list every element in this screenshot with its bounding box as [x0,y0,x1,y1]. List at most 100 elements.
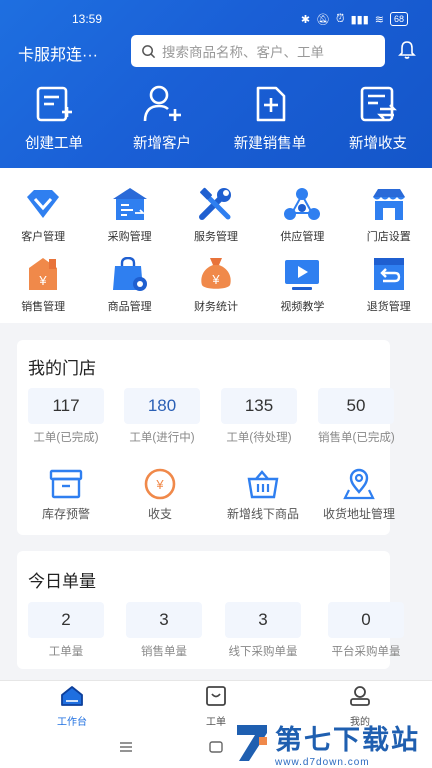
customer-management-icon [0,186,86,222]
bell-icon[interactable] [398,40,416,65]
stat-value: 117 [28,388,104,424]
stat-label: 工单量 [48,646,84,658]
finance-stats-icon: ¥ [173,256,259,292]
quick-add-income-expense[interactable]: 新增收支 [324,84,432,153]
grid-product-management[interactable]: 商品管理 [86,256,172,314]
grid-returns-management[interactable]: 退货管理 [346,256,432,314]
stat-label: 销售单(已完成) [318,432,395,444]
status-icons: ✱ 🔕︎ ⏰︎ ▮▮▮ ≋ 68 [301,12,408,26]
grid-purchase-management[interactable]: 采购管理 [86,186,172,244]
today-card: 今日单量 2 工单量 3 销售单量 3 线下采购单量 0 平台采购单量 [17,551,404,669]
quick-actions: 创建工单 新增客户 新建销售单 新增收支 [0,84,432,153]
function-grid-row-2: ¥ 销售管理 商品管理 ¥ 财务统计 视频教学 退货管理 [0,256,432,314]
stat-label: 工单(进行中) [129,432,195,444]
svg-text:¥: ¥ [211,272,220,287]
stat-value: 50 [318,388,394,424]
create-order-icon [0,84,108,124]
home-icon[interactable] [209,740,223,758]
sales-management-icon: ¥ [0,256,86,292]
grid-video-tutorial[interactable]: 视频教学 [259,256,345,314]
grid-supply-management[interactable]: 供应管理 [259,186,345,244]
store-name[interactable]: 卡服邦连··· [18,41,98,65]
quick-add-income-expense-label: 新增收支 [349,136,407,152]
site-watermark: 第七下载站 www.d7down.com [233,718,420,768]
stat-value: 135 [221,388,297,424]
watermark-logo-icon [237,725,267,761]
alarm-icon: ⏰︎ [336,12,345,25]
address-management-icon [310,468,408,500]
stat-sales-completed[interactable]: 50 销售单(已完成) [318,388,395,445]
workbench-icon [61,686,83,706]
stat-value: 2 [28,602,104,638]
quick-add-customer[interactable]: 新增客户 [108,84,216,153]
video-tutorial-icon [259,256,345,292]
store-settings-icon [346,186,432,222]
nav-workbench[interactable]: 工作台 [0,681,144,728]
stat-orders-in-progress[interactable]: 180 工单(进行中) [124,388,200,445]
my-store-title: 我的门店 [28,359,96,378]
tool-income-expense-label: 收支 [147,507,172,521]
watermark-title: 第七下载站 [275,725,420,755]
stat-label: 工单(已完成) [33,432,99,444]
search-input[interactable]: 搜索商品名称、客户、工单 [131,35,385,67]
profile-icon [350,686,370,706]
stat-label: 销售单量 [141,646,187,658]
service-management-icon [173,186,259,222]
quick-new-sales-order[interactable]: 新建销售单 [216,84,324,153]
svg-text:¥: ¥ [155,477,164,492]
tool-inventory-alert[interactable]: 库存预警 [17,468,115,522]
grid-service-management-label: 服务管理 [193,231,238,243]
grid-product-management-label: 商品管理 [107,301,152,313]
function-grid-row-1: 客户管理 采购管理 服务管理 供应管理 门店设置 [0,186,432,244]
grid-supply-management-label: 供应管理 [280,231,325,243]
grid-customer-management-label: 客户管理 [21,231,66,243]
grid-store-settings[interactable]: 门店设置 [346,186,432,244]
mute-icon: 🔕︎ [316,13,330,26]
stat-value: 0 [328,602,404,638]
stat-orders-completed[interactable]: 117 工单(已完成) [28,388,104,445]
stat-today-offline-purchase[interactable]: 3 线下采购单量 [225,602,301,659]
grid-purchase-management-label: 采购管理 [107,231,152,243]
inventory-alert-icon [17,468,115,500]
add-offline-product-icon [214,468,312,500]
quick-add-customer-label: 新增客户 [133,136,191,152]
supply-management-icon [259,186,345,222]
tool-inventory-alert-label: 库存预警 [41,507,90,521]
signal-icon: ▮▮▮ [350,13,369,26]
bluetooth-icon: ✱ [300,13,311,26]
menu-icon[interactable] [119,740,133,758]
my-store-card: 我的门店 117 工单(已完成) 180 工单(进行中) 135 工单(待处理)… [17,340,395,535]
tool-add-offline-product[interactable]: 新增线下商品 [214,468,312,522]
grid-finance-stats[interactable]: ¥ 财务统计 [173,256,259,314]
stat-today-orders[interactable]: 2 工单量 [28,602,104,659]
quick-create-order[interactable]: 创建工单 [0,84,108,153]
stat-today-sales[interactable]: 3 销售单量 [126,602,202,659]
grid-sales-management-label: 销售管理 [21,301,66,313]
tool-address-management[interactable]: 收货地址管理 [310,468,408,522]
function-grid: 客户管理 采购管理 服务管理 供应管理 门店设置 ¥ 销售管理 商品管理 ¥ 财… [0,168,432,323]
grid-customer-management[interactable]: 客户管理 [0,186,86,244]
status-bar: 13:59 ✱ 🔕︎ ⏰︎ ▮▮▮ ≋ 68 [0,0,432,38]
stat-label: 平台采购单量 [331,646,401,658]
income-expense-icon: ¥ [111,468,209,500]
stat-orders-pending[interactable]: 135 工单(待处理) [221,388,297,445]
work-order-icon [206,686,226,706]
search-icon [142,44,156,58]
returns-management-icon [346,256,432,292]
purchase-management-icon [86,186,172,222]
tool-income-expense[interactable]: ¥ 收支 [111,468,209,522]
grid-service-management[interactable]: 服务管理 [173,186,259,244]
grid-video-tutorial-label: 视频教学 [280,301,325,313]
top-bar: 卡服邦连··· 搜索商品名称、客户、工单 [0,34,432,70]
today-title: 今日单量 [28,572,96,591]
stat-label: 线下采购单量 [228,646,298,658]
tool-add-offline-product-label: 新增线下商品 [226,507,299,521]
quick-create-order-label: 创建工单 [25,136,83,152]
tool-address-management-label: 收货地址管理 [322,507,395,521]
stat-today-platform-purchase[interactable]: 0 平台采购单量 [328,602,404,659]
product-management-icon [86,256,172,292]
watermark-url: www.d7down.com [275,757,370,768]
stat-label: 工单(待处理) [226,432,292,444]
grid-finance-stats-label: 财务统计 [193,301,238,313]
grid-sales-management[interactable]: ¥ 销售管理 [0,256,86,314]
